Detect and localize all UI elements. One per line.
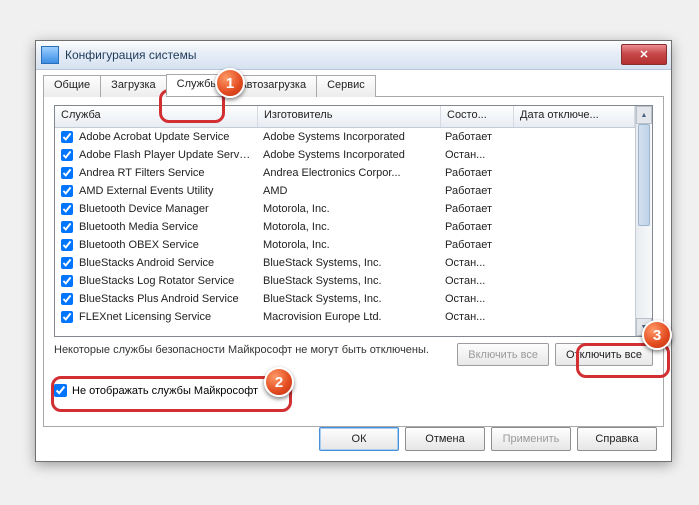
table-row[interactable]: AMD External Events UtilityAMDРаботает [55, 182, 635, 200]
row-state: Работает [439, 202, 511, 216]
row-state: Работает [439, 238, 511, 252]
tabstrip: Общие Загрузка Службы Автозагрузка Серви… [43, 74, 664, 97]
tab-tools[interactable]: Сервис [316, 75, 376, 97]
hide-ms-checkbox[interactable] [54, 384, 67, 397]
hide-ms-label: Не отображать службы Майкрософт [72, 385, 258, 397]
table-row[interactable]: Bluetooth Device ManagerMotorola, Inc.Ра… [55, 200, 635, 218]
window-title: Конфигурация системы [65, 48, 196, 62]
badge-1: 1 [215, 68, 245, 98]
msconfig-window: Конфигурация системы ✕ Общие Загрузка Сл… [35, 40, 672, 462]
row-state: Остан... [439, 274, 511, 288]
tab-boot[interactable]: Загрузка [100, 75, 166, 97]
row-state: Работает [439, 220, 511, 234]
row-vendor: Adobe Systems Incorporated [257, 130, 439, 144]
row-checkbox[interactable] [61, 149, 73, 161]
tab-general[interactable]: Общие [43, 75, 101, 97]
row-date [511, 262, 635, 264]
vertical-scrollbar[interactable]: ▲ ▼ [635, 106, 652, 336]
scroll-thumb[interactable] [638, 124, 650, 226]
col-date[interactable]: Дата отключе... [514, 106, 635, 127]
row-state: Остан... [439, 148, 511, 162]
badge-2: 2 [264, 367, 294, 397]
row-state: Работает [439, 130, 511, 144]
row-vendor: AMD [257, 184, 439, 198]
row-vendor: Motorola, Inc. [257, 220, 439, 234]
titlebar[interactable]: Конфигурация системы ✕ [36, 41, 671, 70]
table-row[interactable]: Andrea RT Filters ServiceAndrea Electron… [55, 164, 635, 182]
row-date [511, 154, 635, 156]
dialog-buttons: ОК Отмена Применить Справка [36, 427, 671, 451]
row-checkbox[interactable] [61, 257, 73, 269]
help-button[interactable]: Справка [577, 427, 657, 451]
row-checkbox[interactable] [61, 311, 73, 323]
row-checkbox[interactable] [61, 293, 73, 305]
table-row[interactable]: Bluetooth OBEX ServiceMotorola, Inc.Рабо… [55, 236, 635, 254]
row-state: Работает [439, 166, 511, 180]
services-list[interactable]: Служба Изготовитель Состо... Дата отключ… [54, 105, 653, 337]
row-checkbox[interactable] [61, 275, 73, 287]
column-headers[interactable]: Служба Изготовитель Состо... Дата отключ… [55, 106, 635, 128]
row-date [511, 298, 635, 300]
row-date [511, 226, 635, 228]
row-state: Работает [439, 184, 511, 198]
disable-all-button[interactable]: Отключить все [555, 343, 653, 366]
row-date [511, 316, 635, 318]
row-checkbox[interactable] [61, 239, 73, 251]
row-checkbox[interactable] [61, 185, 73, 197]
row-date [511, 190, 635, 192]
row-checkbox[interactable] [61, 131, 73, 143]
table-row[interactable]: BlueStacks Plus Android ServiceBlueStack… [55, 290, 635, 308]
security-note: Некоторые службы безопасности Майкрософт… [54, 343, 451, 357]
table-row[interactable]: BlueStacks Android ServiceBlueStack Syst… [55, 254, 635, 272]
col-vendor[interactable]: Изготовитель [258, 106, 441, 127]
table-row[interactable]: Adobe Acrobat Update ServiceAdobe System… [55, 128, 635, 146]
badge-3: 3 [642, 320, 672, 350]
table-row[interactable]: Bluetooth Media ServiceMotorola, Inc.Раб… [55, 218, 635, 236]
scroll-up-icon[interactable]: ▲ [636, 106, 652, 124]
row-date [511, 172, 635, 174]
close-button[interactable]: ✕ [621, 44, 667, 65]
row-vendor: BlueStack Systems, Inc. [257, 292, 439, 306]
row-vendor: BlueStack Systems, Inc. [257, 274, 439, 288]
row-date [511, 280, 635, 282]
row-vendor: BlueStack Systems, Inc. [257, 256, 439, 270]
row-state: Остан... [439, 310, 511, 324]
col-service[interactable]: Служба [55, 106, 258, 127]
col-state[interactable]: Состо... [441, 106, 514, 127]
enable-all-button[interactable]: Включить все [457, 343, 549, 366]
row-date [511, 208, 635, 210]
table-row[interactable]: Adobe Flash Player Update ServiceAdobe S… [55, 146, 635, 164]
cancel-button[interactable]: Отмена [405, 427, 485, 451]
row-state: Остан... [439, 292, 511, 306]
row-date [511, 244, 635, 246]
row-vendor: Motorola, Inc. [257, 238, 439, 252]
row-checkbox[interactable] [61, 203, 73, 215]
row-checkbox[interactable] [61, 221, 73, 233]
app-icon [41, 46, 59, 64]
table-row[interactable]: BlueStacks Log Rotator ServiceBlueStack … [55, 272, 635, 290]
row-vendor: Macrovision Europe Ltd. [257, 310, 439, 324]
row-vendor: Andrea Electronics Corpor... [257, 166, 439, 180]
tab-panel: Служба Изготовитель Состо... Дата отключ… [43, 97, 664, 427]
row-date [511, 136, 635, 138]
row-vendor: Adobe Systems Incorporated [257, 148, 439, 162]
ok-button[interactable]: ОК [319, 427, 399, 451]
table-row[interactable]: FLEXnet Licensing ServiceMacrovision Eur… [55, 308, 635, 326]
apply-button[interactable]: Применить [491, 427, 571, 451]
row-vendor: Motorola, Inc. [257, 202, 439, 216]
row-checkbox[interactable] [61, 167, 73, 179]
row-state: Остан... [439, 256, 511, 270]
